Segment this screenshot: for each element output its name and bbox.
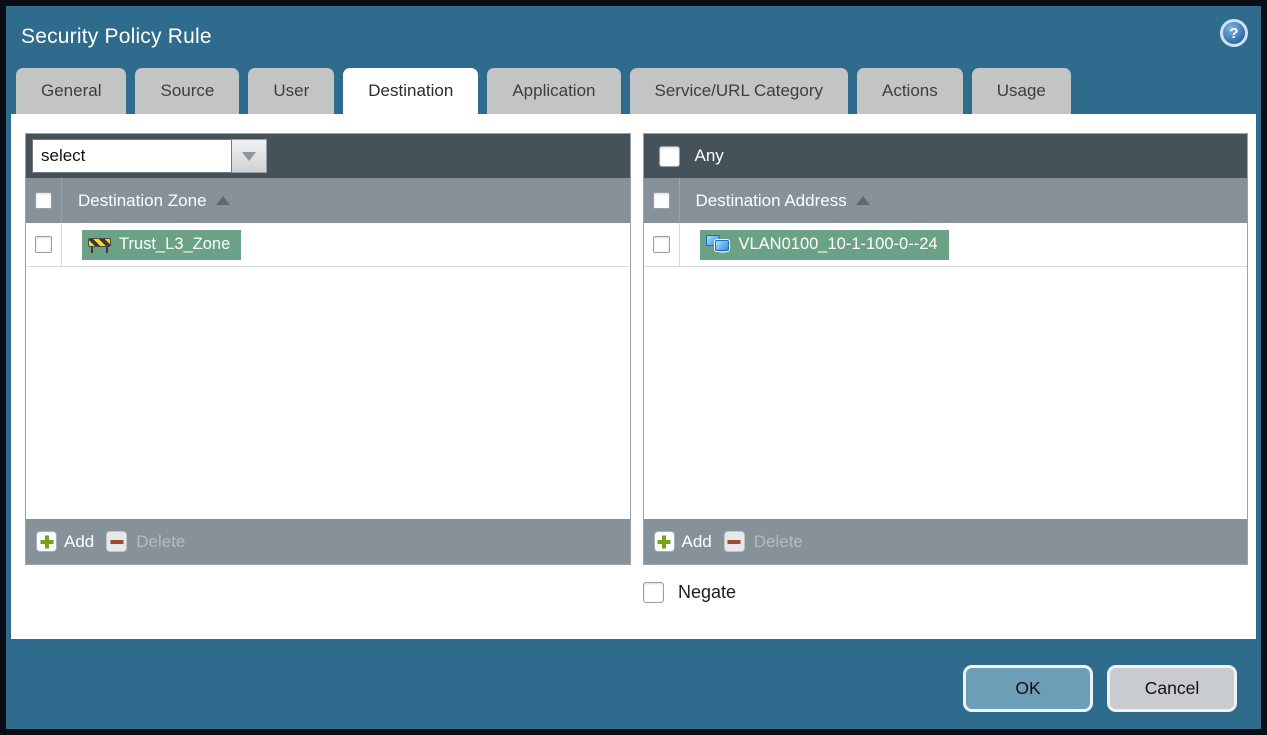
address-select-all-checkbox[interactable]	[652, 192, 670, 209]
address-add-label: Add	[681, 531, 712, 551]
zone-select-combobox[interactable]: select	[32, 139, 267, 173]
dialog-titlebar: Security Policy Rule ?	[6, 6, 1261, 68]
address-row-checkbox-cell	[644, 223, 680, 266]
tab-usage[interactable]: Usage	[971, 68, 1071, 114]
negate-row: Negate	[25, 582, 1248, 603]
dialog-actions: OK Cancel	[963, 665, 1237, 712]
chevron-down-icon	[242, 151, 256, 161]
sort-ascending-icon	[855, 196, 870, 205]
tab-actions[interactable]: Actions	[857, 68, 963, 114]
zone-select-dropdown-button[interactable]	[232, 139, 267, 173]
tab-strip: General Source User Destination Applicat…	[6, 68, 1261, 114]
ok-button[interactable]: OK	[963, 665, 1093, 712]
zone-grid-footer: Add Delete	[26, 519, 630, 564]
sort-ascending-icon	[215, 196, 230, 205]
negate-checkbox[interactable]	[643, 582, 664, 603]
tab-application[interactable]: Application	[487, 68, 621, 114]
zone-add-label: Add	[64, 531, 95, 551]
zone-panel-toolbar: select	[26, 134, 630, 178]
destination-zone-panel: select Destination Zone Trust_L3_Zone Ad…	[25, 133, 631, 565]
tab-general[interactable]: General	[16, 68, 127, 114]
address-column-header[interactable]: Destination Address	[696, 191, 847, 211]
zone-grid-body: Trust_L3_Zone	[26, 223, 630, 519]
address-delete-button[interactable]: Delete	[723, 531, 803, 552]
dialog-title: Security Policy Rule	[21, 25, 212, 48]
negate-label: Negate	[678, 582, 737, 602]
table-row[interactable]: VLAN0100_10-1-100-0--24	[643, 223, 1247, 267]
zone-chip-label: Trust_L3_Zone	[119, 235, 231, 253]
address-grid-header[interactable]: Destination Address	[643, 178, 1247, 223]
address-panel-toolbar: Any	[643, 134, 1247, 178]
plus-icon	[36, 531, 57, 552]
tab-content-destination: select Destination Zone Trust_L3_Zone Ad…	[11, 114, 1256, 639]
security-policy-rule-dialog: Security Policy Rule ? General Source Us…	[0, 0, 1267, 735]
zone-delete-label: Delete	[136, 531, 186, 551]
address-add-button[interactable]: Add	[653, 531, 712, 552]
plus-icon	[653, 531, 675, 552]
zone-row-checkbox[interactable]	[35, 236, 52, 253]
tab-destination[interactable]: Destination	[343, 68, 479, 114]
minus-icon	[106, 531, 128, 552]
zone-delete-button[interactable]: Delete	[106, 531, 185, 552]
tab-source[interactable]: Source	[135, 68, 240, 114]
address-icon	[705, 235, 731, 254]
zone-grid-header[interactable]: Destination Zone	[26, 178, 630, 223]
address-delete-label: Delete	[753, 531, 803, 551]
address-chip[interactable]: VLAN0100_10-1-100-0--24	[699, 229, 949, 260]
address-chip-label: VLAN0100_10-1-100-0--24	[738, 235, 938, 253]
zone-add-button[interactable]: Add	[36, 531, 94, 552]
minus-icon	[723, 531, 745, 552]
zone-column-header[interactable]: Destination Zone	[78, 191, 207, 211]
tab-service-url-category[interactable]: Service/URL Category	[629, 68, 848, 114]
any-label: Any	[694, 146, 724, 165]
address-grid-body: VLAN0100_10-1-100-0--24	[643, 223, 1247, 519]
help-icon[interactable]: ?	[1220, 19, 1248, 47]
any-checkbox[interactable]	[658, 145, 680, 167]
zone-row-checkbox-cell	[26, 223, 62, 266]
tab-user[interactable]: User	[248, 68, 335, 114]
zone-select-input[interactable]: select	[32, 139, 232, 173]
zone-icon	[88, 237, 111, 253]
address-header-checkbox-cell	[644, 178, 680, 223]
zone-header-checkbox-cell	[26, 178, 62, 223]
address-row-checkbox[interactable]	[652, 236, 670, 253]
help-glyph: ?	[1229, 24, 1239, 42]
address-grid-footer: Add Delete	[643, 519, 1247, 564]
zone-select-all-checkbox[interactable]	[35, 192, 52, 209]
zone-chip[interactable]: Trust_L3_Zone	[82, 229, 242, 260]
cancel-button[interactable]: Cancel	[1107, 665, 1237, 712]
table-row[interactable]: Trust_L3_Zone	[26, 223, 630, 267]
destination-address-panel: Any Destination Address VLAN0100_10-1-10…	[642, 133, 1248, 565]
